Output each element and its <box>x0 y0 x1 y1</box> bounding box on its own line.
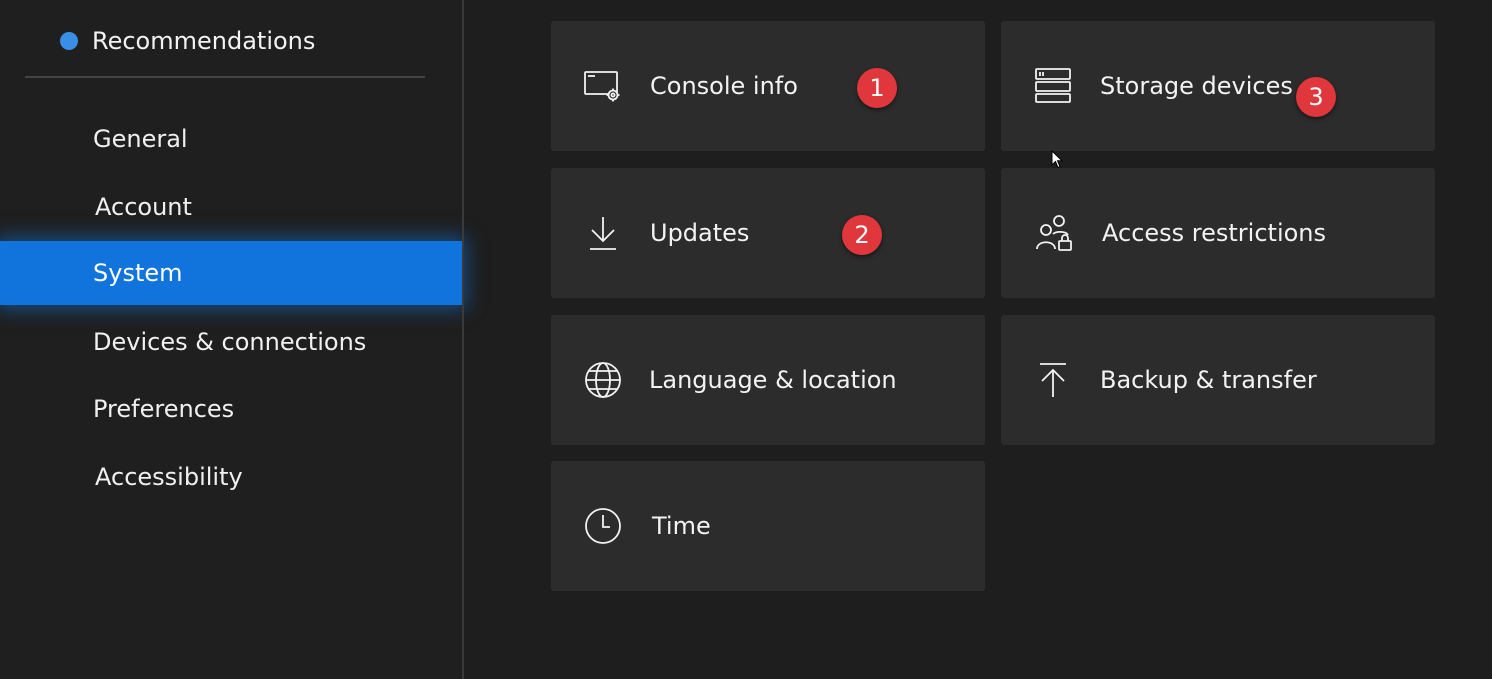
clock-icon <box>583 506 623 546</box>
sidebar-item-label: General <box>93 125 188 153</box>
sidebar-item-system[interactable]: System <box>0 241 462 305</box>
sidebar-item-devices-connections[interactable]: Devices & connections <box>0 310 462 374</box>
sidebar-item-label: Preferences <box>93 395 235 423</box>
tile-updates[interactable]: Updates <box>551 168 985 298</box>
tile-label: Time <box>652 512 711 540</box>
sidebar-item-label: Accessibility <box>95 463 243 491</box>
access-restrictions-icon <box>1034 213 1074 253</box>
recommendations-item[interactable]: Recommendations <box>60 22 315 60</box>
tile-label: Storage devices <box>1100 72 1293 100</box>
download-icon <box>583 213 623 253</box>
tile-label: Updates <box>650 219 750 247</box>
tile-language-location[interactable]: Language & location <box>551 315 985 445</box>
sidebar-item-general[interactable]: General <box>0 107 462 171</box>
sidebar-item-accessibility[interactable]: Accessibility <box>0 445 462 509</box>
tile-console-info[interactable]: Console info <box>551 21 985 151</box>
tile-label: Backup & transfer <box>1100 366 1317 394</box>
tile-backup-transfer[interactable]: Backup & transfer <box>1001 315 1435 445</box>
sidebar-item-label: Account <box>95 193 192 221</box>
vertical-divider <box>462 0 464 679</box>
sidebar-item-label: System <box>93 259 183 287</box>
recommendation-dot-icon <box>60 32 78 50</box>
sidebar-divider <box>25 76 425 78</box>
storage-devices-icon <box>1032 66 1072 106</box>
sidebar-item-preferences[interactable]: Preferences <box>0 377 462 441</box>
settings-screen: Recommendations General Account System D… <box>0 0 1492 679</box>
tile-storage-devices[interactable]: Storage devices <box>1001 21 1435 151</box>
annotation-badge: 3 <box>1296 77 1336 117</box>
globe-icon <box>583 360 623 400</box>
recommendations-label: Recommendations <box>92 27 316 55</box>
tile-label: Access restrictions <box>1102 219 1327 247</box>
annotation-badge: 1 <box>857 68 897 108</box>
tile-label: Language & location <box>649 366 897 394</box>
upload-icon <box>1033 360 1073 400</box>
sidebar: Recommendations General Account System D… <box>0 0 462 679</box>
sidebar-item-label: Devices & connections <box>93 328 367 356</box>
mouse-pointer-icon <box>1051 149 1065 170</box>
console-info-icon <box>583 66 623 106</box>
tile-label: Console info <box>650 72 798 100</box>
tile-access-restrictions[interactable]: Access restrictions <box>1001 168 1435 298</box>
tile-time[interactable]: Time <box>551 461 985 591</box>
annotation-badge: 2 <box>842 215 882 255</box>
sidebar-item-account[interactable]: Account <box>0 175 462 239</box>
